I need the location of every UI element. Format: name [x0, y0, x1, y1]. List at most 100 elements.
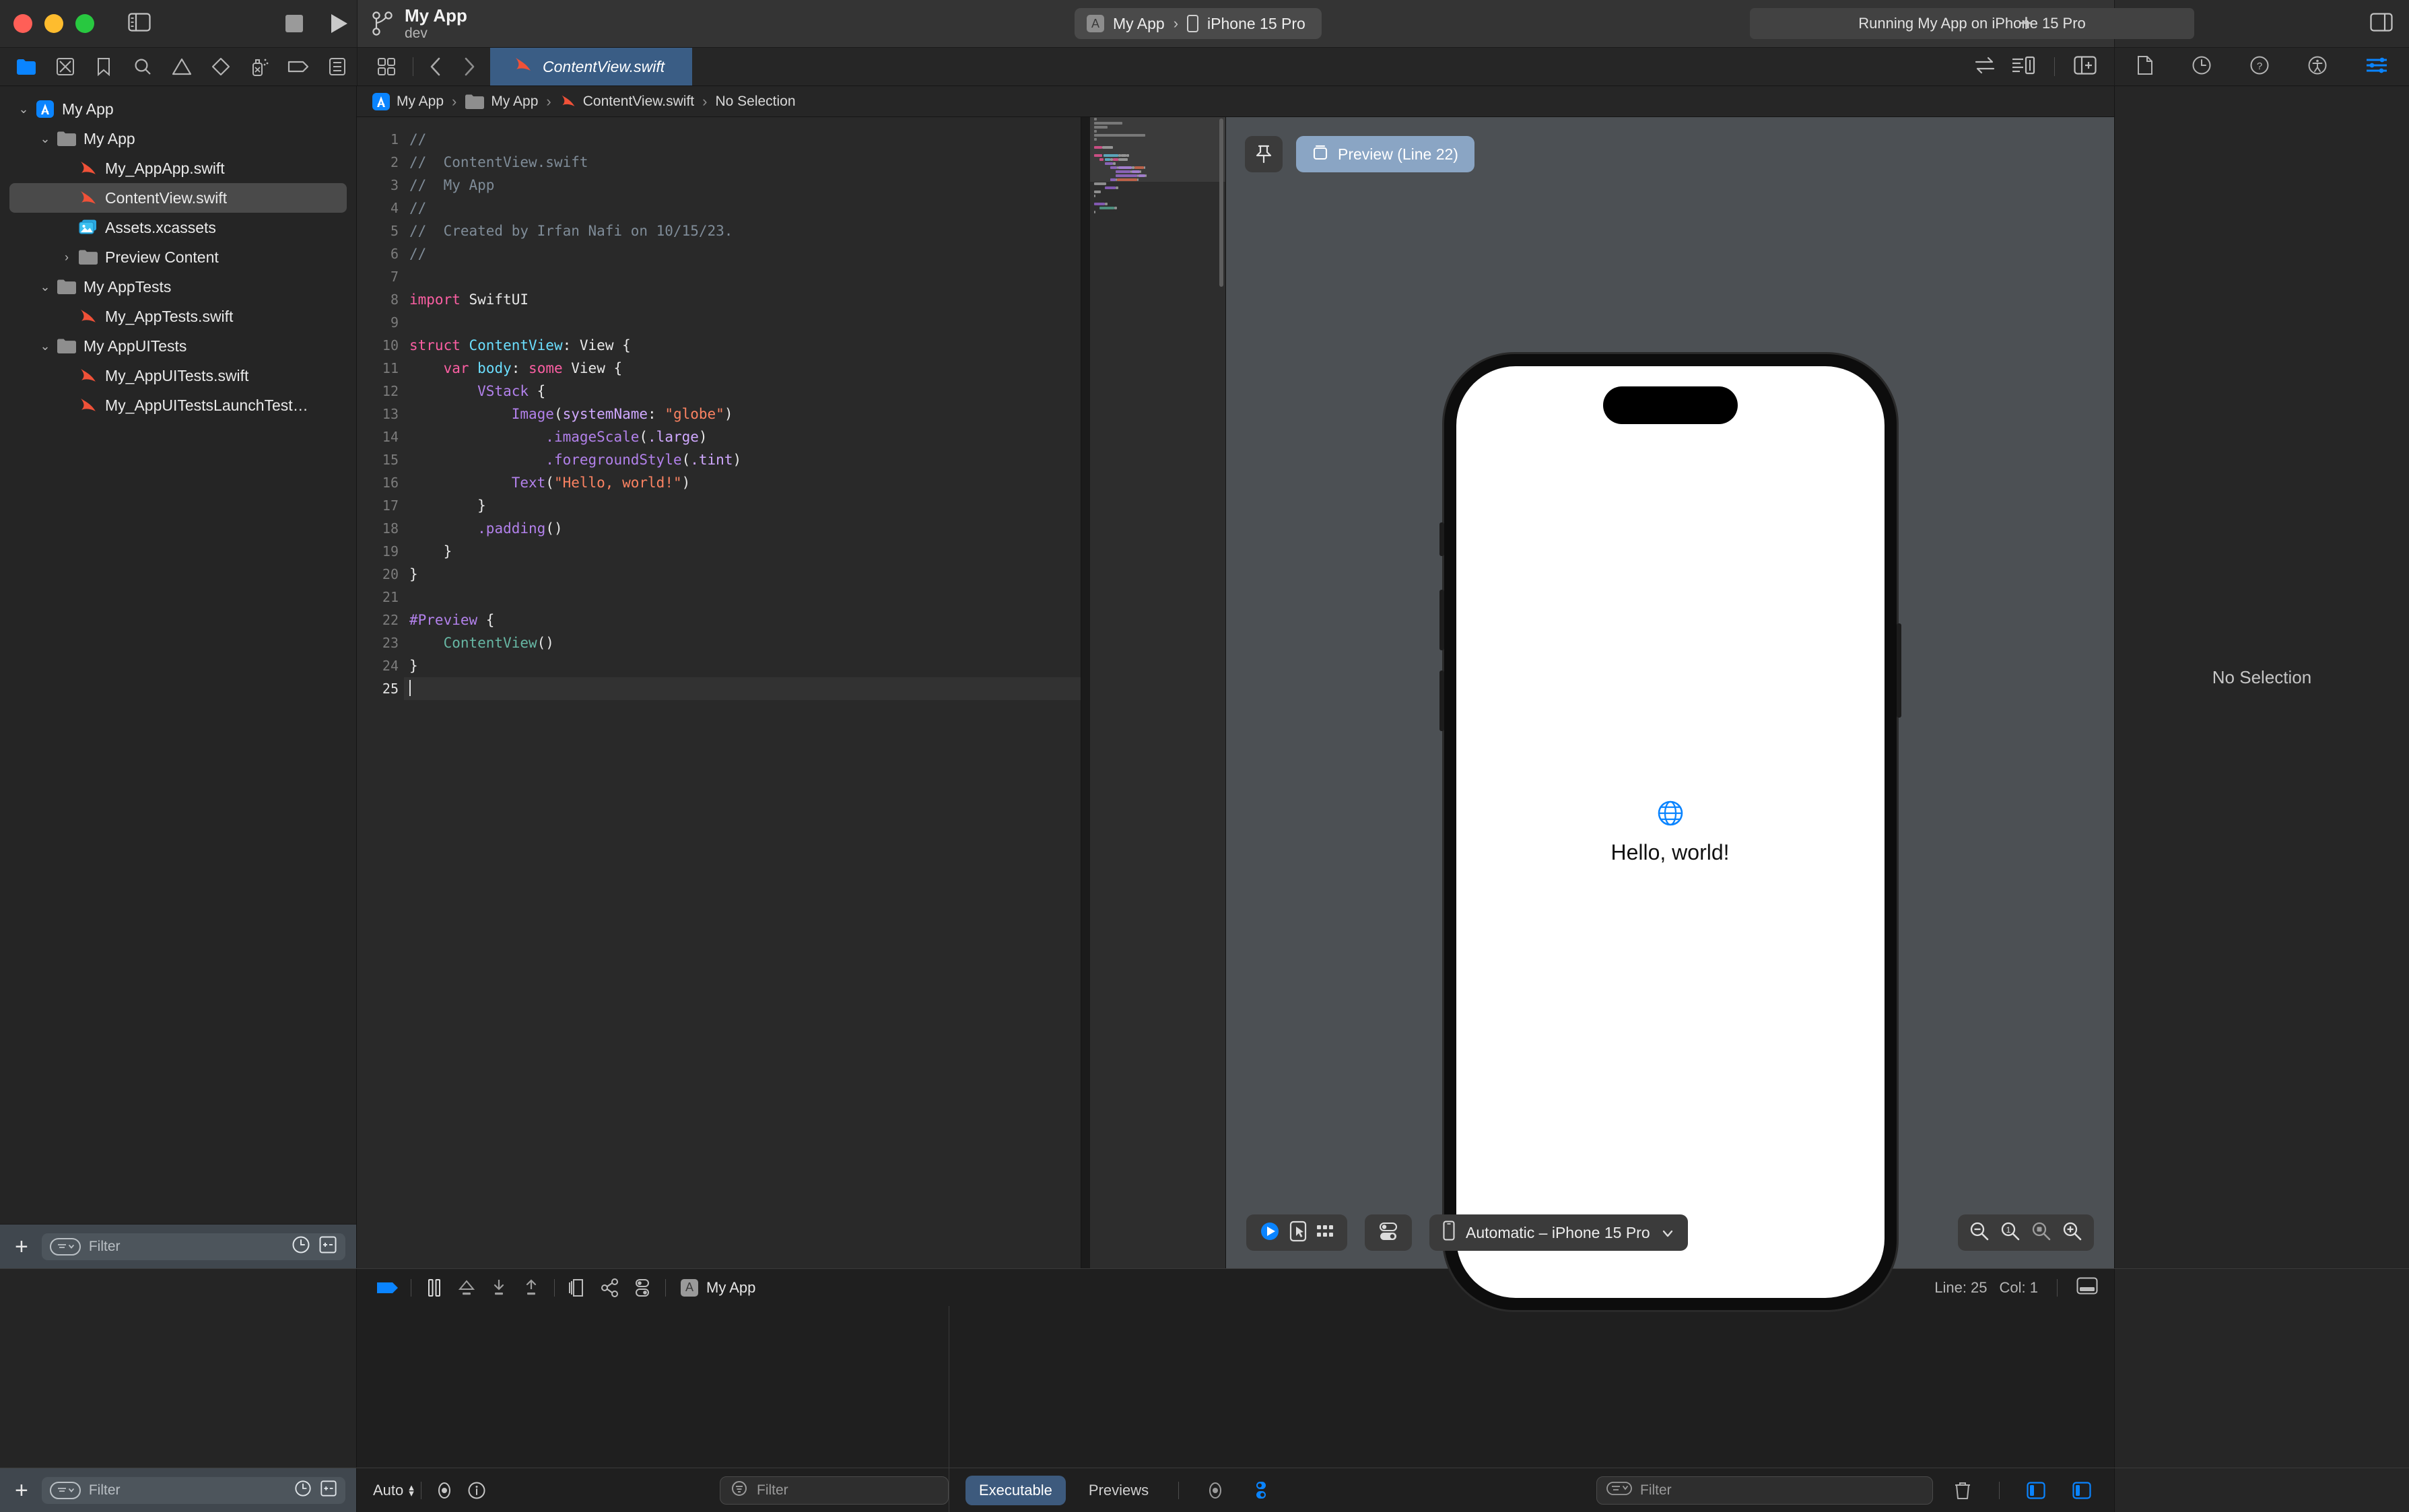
source-editor[interactable]: 1 2 3 4 5 6 7 8 9 10 11 12 13 14 15 16 17 18 19 20 21 22 23 24 2… [357, 117, 1081, 1268]
run-button[interactable] [331, 14, 347, 33]
filter-options-icon[interactable] [49, 1481, 81, 1499]
tab-previews[interactable]: Previews [1079, 1476, 1158, 1505]
help-inspector-icon[interactable]: ? [2249, 55, 2270, 79]
zoom-100-icon[interactable]: 1 [2000, 1221, 2021, 1245]
code-line[interactable]: } [404, 494, 1081, 517]
code-line[interactable] [404, 586, 1081, 609]
stop-button[interactable] [285, 15, 303, 32]
disclosure-open-icon[interactable]: ⌄ [36, 339, 54, 353]
project-identity[interactable]: My App dev [358, 5, 694, 42]
code-line[interactable]: .padding() [404, 517, 1081, 540]
console-filter-field[interactable]: Filter [1596, 1476, 1933, 1505]
step-into-icon[interactable] [483, 1269, 515, 1307]
variants-preview-icon[interactable] [1315, 1223, 1335, 1243]
code-line[interactable] [404, 311, 1081, 334]
pin-preview-button[interactable] [1245, 136, 1283, 172]
minimap-viewport[interactable] [1090, 117, 1225, 182]
bookmark-navigator-icon[interactable] [85, 47, 124, 86]
preview-selector[interactable]: Preview (Line 22) [1296, 136, 1474, 172]
step-over-icon[interactable] [450, 1269, 483, 1307]
code-line[interactable]: } [404, 540, 1081, 563]
filter-options-icon[interactable] [730, 1479, 749, 1502]
preview-device-popup[interactable]: Automatic – iPhone 15 Pro [1429, 1214, 1688, 1251]
show-related-items-icon[interactable] [367, 47, 406, 86]
code-text[interactable]: // // ContentView.swift // My App // // Crea… [404, 117, 1081, 1268]
file-inspector-icon[interactable] [2136, 55, 2154, 79]
breadcrumb-item[interactable]: ContentView.swift [559, 94, 694, 110]
file-tree-row[interactable]: ›My_AppUITestsLaunchTest… [0, 390, 356, 420]
file-tree-row[interactable]: ›My_AppTests.swift [0, 302, 356, 331]
recent-files-filter-icon[interactable] [292, 1235, 310, 1258]
source-control-filter-icon[interactable] [320, 1480, 337, 1501]
breadcrumb[interactable]: My App › My App › ContentView.swift › No Selec… [357, 86, 2114, 117]
breadcrumb-item[interactable]: My App [372, 92, 444, 111]
toggle-navigator-icon[interactable] [128, 12, 151, 35]
toggle-variables-pane-icon[interactable] [2020, 1472, 2052, 1509]
disclosure-open-icon[interactable]: ⌄ [36, 280, 54, 294]
disclosure-open-icon[interactable]: ⌄ [15, 102, 32, 116]
navigator-filter-field[interactable]: Filter [41, 1233, 345, 1260]
file-tree-row[interactable]: ›ContentView.swift [9, 183, 347, 213]
stepper-icon[interactable]: ▴ ▾ [409, 1482, 414, 1499]
code-review-icon[interactable] [1973, 56, 1996, 78]
add-file-button-bottom[interactable]: + [11, 1479, 32, 1502]
add-editor-button[interactable]: + [2019, 11, 2033, 35]
debug-process-item[interactable]: A My App [681, 1278, 755, 1297]
debug-settings-icon[interactable] [626, 1269, 658, 1307]
canvas-zoom-controls[interactable]: 1 [1958, 1214, 2094, 1251]
code-line[interactable]: .imageScale(.large) [404, 425, 1081, 448]
accessibility-inspector-icon[interactable] [2307, 55, 2328, 79]
zoom-in-icon[interactable] [2062, 1221, 2083, 1245]
code-line[interactable]: Text("Hello, world!") [404, 471, 1081, 494]
code-line[interactable]: var body: some View { [404, 357, 1081, 380]
file-tree-row[interactable]: ⌄ My App [0, 124, 356, 153]
file-tree-row[interactable]: ›Assets.xcassets [0, 213, 356, 242]
breadcrumb-item[interactable]: My App [465, 94, 538, 110]
file-tree-row[interactable]: ⌄ My AppUITests [0, 331, 356, 361]
file-tree[interactable]: ⌄My App⌄My App›My_AppApp.swift›ContentVi… [0, 86, 356, 1224]
pause-icon[interactable] [418, 1269, 450, 1307]
code-line[interactable]: // ContentView.swift [404, 151, 1081, 174]
selectable-preview-icon[interactable] [1288, 1220, 1308, 1246]
report-navigator-icon[interactable] [318, 47, 357, 86]
close-window-button[interactable] [13, 14, 32, 33]
test-navigator-icon[interactable] [201, 47, 240, 86]
code-line[interactable]: } [404, 654, 1081, 677]
live-preview-icon[interactable] [1258, 1220, 1281, 1246]
minimize-window-button[interactable] [44, 14, 63, 33]
file-tree-row[interactable]: ›My_AppUITests.swift [0, 361, 356, 390]
tab-executable[interactable]: Executable [965, 1475, 1066, 1505]
variables-info-icon[interactable] [461, 1472, 493, 1509]
code-line[interactable]: } [404, 563, 1081, 586]
editor-scrollbar[interactable] [1219, 118, 1223, 287]
disclosure-open-icon[interactable]: ⌄ [36, 132, 54, 146]
file-tree-row[interactable]: › Preview Content [0, 242, 356, 272]
project-navigator-icon[interactable] [7, 47, 46, 86]
scheme-destination-selector[interactable]: A My App › iPhone 15 Pro [1075, 8, 1322, 39]
navigator-filter-field-bottom[interactable]: Filter [41, 1476, 345, 1504]
code-line[interactable]: Image(systemName: "globe") [404, 403, 1081, 425]
stack-frames-icon[interactable] [562, 1269, 594, 1307]
toggle-inspector-icon[interactable] [2370, 12, 2393, 35]
maximize-window-button[interactable] [75, 14, 94, 33]
code-line[interactable] [404, 677, 1081, 700]
code-line[interactable]: struct ContentView: View { [404, 334, 1081, 357]
disclosure-closed-icon[interactable]: › [58, 250, 75, 265]
file-tree-row[interactable]: ⌄ My AppTests [0, 272, 356, 302]
go-forward-icon[interactable] [454, 47, 485, 86]
recent-files-filter-icon[interactable] [294, 1480, 312, 1501]
tab-contentview-swift[interactable]: ContentView.swift [490, 48, 692, 85]
zoom-fit-icon[interactable] [2031, 1221, 2052, 1245]
code-line[interactable]: import SwiftUI [404, 288, 1081, 311]
variables-visibility-icon[interactable] [428, 1472, 461, 1509]
add-file-button[interactable]: + [11, 1235, 32, 1258]
code-line[interactable]: .foregroundStyle(.tint) [404, 448, 1081, 471]
source-control-filter-icon[interactable] [318, 1235, 337, 1258]
window-controls[interactable] [13, 14, 94, 33]
code-line[interactable]: #Preview { [404, 609, 1081, 631]
find-navigator-icon[interactable] [123, 47, 162, 86]
variables-scope-selector[interactable]: Auto ▴ ▾ [373, 1482, 414, 1499]
code-line[interactable]: ContentView() [404, 631, 1081, 654]
code-line[interactable] [404, 265, 1081, 288]
issue-navigator-icon[interactable] [162, 47, 201, 86]
